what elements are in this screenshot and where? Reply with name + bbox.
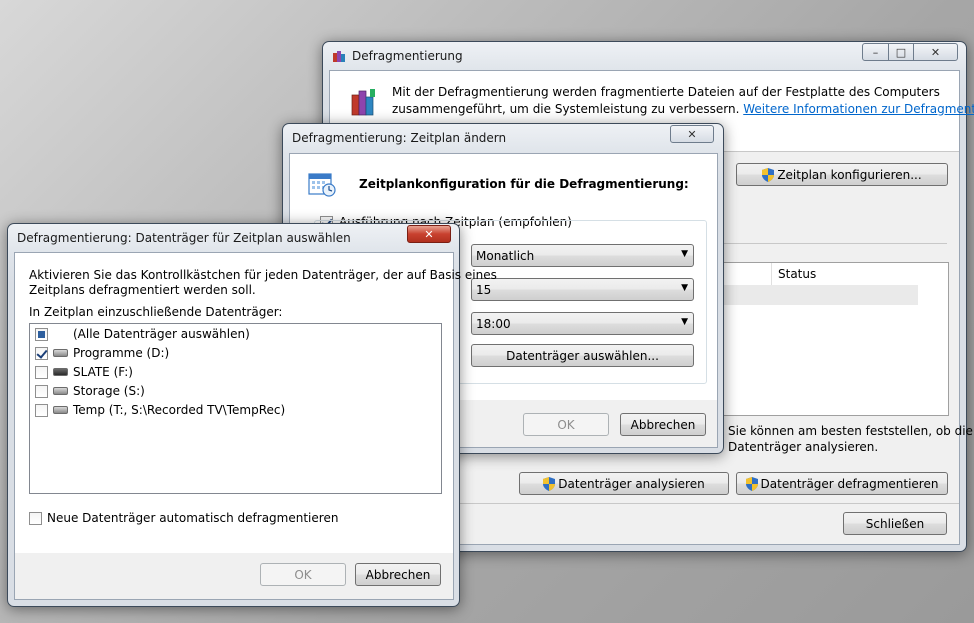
maximize-button[interactable]: □ xyxy=(888,43,914,61)
schedule-heading: Zeitplankonfiguration für die Defragment… xyxy=(359,177,689,191)
defragment-disk-label: Datenträger defragmentieren xyxy=(760,476,939,491)
time-value: 18:00 xyxy=(476,316,511,331)
select-disks-button[interactable]: Datenträger auswählen... xyxy=(471,344,694,367)
removable-drive-icon xyxy=(53,368,68,376)
description-line-2-container: zusammengeführt, um die Systemleistung z… xyxy=(392,102,974,116)
minimize-button[interactable]: – xyxy=(862,43,889,61)
day-value: 15 xyxy=(476,282,492,297)
disk-item-slate[interactable]: SLATE (F:) xyxy=(35,365,133,379)
instruction-line-1: Aktivieren Sie das Kontrollkästchen für … xyxy=(29,268,497,282)
close-button[interactable]: Schließen xyxy=(843,512,947,535)
day-dropdown[interactable]: 15 ▼ xyxy=(471,278,694,301)
disk-selection-cancel-button[interactable]: Abbrechen xyxy=(355,563,441,586)
disk-selection-close-button[interactable]: ✕ xyxy=(407,225,451,243)
schedule-titlebar[interactable]: Defragmentierung: Zeitplan ändern xyxy=(283,124,723,152)
schedule-dialog-title: Defragmentierung: Zeitplan ändern xyxy=(292,131,507,145)
description-line-1: Mit der Defragmentierung werden fragment… xyxy=(392,85,940,99)
disk-item-label: (Alle Datenträger auswählen) xyxy=(73,327,250,341)
disk-item-label: SLATE (F:) xyxy=(73,365,133,379)
info-line-1: Sie können am besten feststellen, ob die xyxy=(728,424,973,438)
calendar-icon xyxy=(307,168,337,201)
status-header-label: Status xyxy=(778,267,817,281)
chevron-down-icon: ▼ xyxy=(681,249,688,259)
hard-drive-icon xyxy=(53,406,68,414)
disk-item-checkbox[interactable] xyxy=(35,346,48,360)
close-window-button[interactable]: ✕ xyxy=(913,43,958,61)
more-info-link[interactable]: Weitere Informationen zur Defragmentieru… xyxy=(743,102,974,116)
disk-item-storage[interactable]: Storage (S:) xyxy=(35,384,145,398)
configure-schedule-label: Zeitplan konfigurieren... xyxy=(777,167,922,182)
disk-selection-client-area: Aktivieren Sie das Kontrollkästchen für … xyxy=(14,252,497,600)
disk-list-label: In Zeitplan einzuschließende Datenträger… xyxy=(29,305,283,319)
disk-checklist[interactable]: (Alle Datenträger auswählen) Programme (… xyxy=(29,323,442,494)
uac-shield-icon xyxy=(762,167,775,182)
configure-schedule-button[interactable]: Zeitplan konfigurieren... xyxy=(736,163,948,186)
disk-item-all[interactable]: (Alle Datenträger auswählen) xyxy=(35,327,250,341)
frequency-dropdown[interactable]: Monatlich ▼ xyxy=(471,244,694,267)
disk-item-checkbox[interactable] xyxy=(35,327,48,341)
analyze-disk-label: Datenträger analysieren xyxy=(558,476,705,491)
description-line-2: zusammengeführt, um die Systemleistung z… xyxy=(392,102,740,116)
disk-item-temp[interactable]: Temp (T:, S:\Recorded TV\TempRec) xyxy=(35,403,285,417)
disk-selection-titlebar[interactable]: Defragmentierung: Datenträger für Zeitpl… xyxy=(8,224,459,252)
disk-item-checkbox[interactable] xyxy=(35,384,48,398)
disk-selection-ok-button[interactable]: OK xyxy=(260,563,346,586)
main-window-title: Defragmentierung xyxy=(352,49,463,63)
disk-selection-dialog: Defragmentierung: Datenträger für Zeitpl… xyxy=(7,223,497,607)
frequency-value: Monatlich xyxy=(476,248,535,263)
disk-item-label: Programme (D:) xyxy=(73,346,170,360)
disk-item-checkbox[interactable] xyxy=(35,365,48,379)
disk-item-checkbox[interactable] xyxy=(35,403,48,417)
time-dropdown[interactable]: 18:00 ▼ xyxy=(471,312,694,335)
hard-drive-icon xyxy=(53,349,68,357)
chevron-down-icon: ▼ xyxy=(681,317,688,327)
schedule-cancel-button[interactable]: Abbrechen xyxy=(620,413,706,436)
auto-defrag-label: Neue Datenträger automatisch defragmenti… xyxy=(47,511,339,525)
status-column-header[interactable]: Status xyxy=(771,263,949,285)
defrag-app-icon xyxy=(332,49,346,63)
uac-shield-icon xyxy=(745,476,758,491)
hard-drive-icon xyxy=(53,387,68,395)
defrag-large-icon xyxy=(350,87,378,120)
uac-shield-icon xyxy=(543,476,556,491)
schedule-ok-button[interactable]: OK xyxy=(523,413,609,436)
info-line-2: Datenträger analysieren. xyxy=(728,440,879,454)
disk-item-label: Temp (T:, S:\Recorded TV\TempRec) xyxy=(73,403,286,417)
analyze-disk-button[interactable]: Datenträger analysieren xyxy=(519,472,729,495)
instruction-line-2: Zeitplans defragmentiert werden soll. xyxy=(29,283,256,297)
chevron-down-icon: ▼ xyxy=(681,283,688,293)
schedule-close-button[interactable]: ✕ xyxy=(670,125,714,143)
auto-defrag-checkbox[interactable]: Neue Datenträger automatisch defragmenti… xyxy=(29,511,338,525)
disk-item-programme[interactable]: Programme (D:) xyxy=(35,346,169,360)
auto-defrag-check[interactable] xyxy=(29,511,42,525)
disk-selection-dialog-title: Defragmentierung: Datenträger für Zeitpl… xyxy=(17,231,351,245)
disk-item-label: Storage (S:) xyxy=(73,384,145,398)
defragment-disk-button[interactable]: Datenträger defragmentieren xyxy=(736,472,948,495)
